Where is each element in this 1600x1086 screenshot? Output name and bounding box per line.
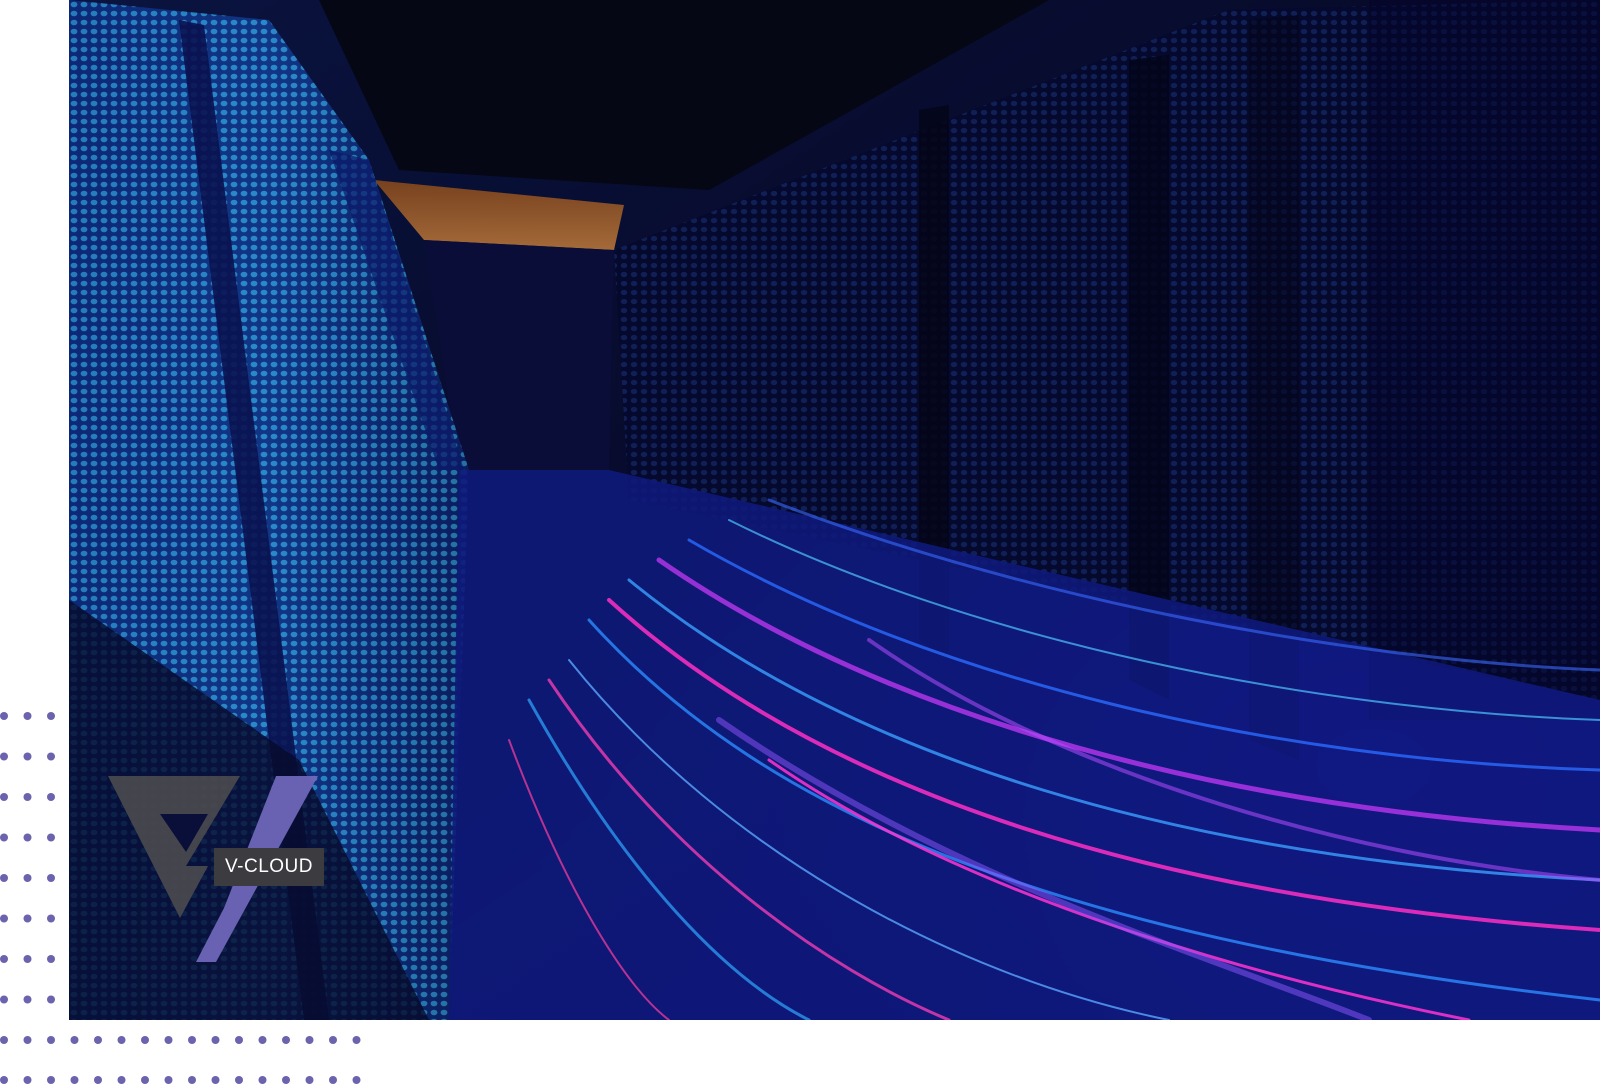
dot bbox=[23, 752, 32, 761]
dot bbox=[305, 1036, 314, 1044]
dot bbox=[0, 955, 8, 963]
dot bbox=[23, 955, 32, 963]
dot bbox=[117, 1036, 126, 1044]
dot bbox=[70, 1076, 79, 1084]
dot bbox=[23, 1076, 32, 1084]
dot bbox=[0, 752, 8, 761]
dot bbox=[47, 1076, 55, 1084]
dot bbox=[0, 1076, 8, 1084]
dot bbox=[23, 833, 32, 842]
dot bbox=[47, 874, 55, 882]
dot bbox=[164, 1076, 173, 1084]
dot bbox=[0, 712, 8, 720]
dot bbox=[235, 1036, 243, 1044]
dot bbox=[47, 995, 55, 1004]
dot bbox=[0, 914, 8, 923]
dot bbox=[23, 874, 32, 882]
dot bbox=[329, 1036, 337, 1044]
dot bbox=[282, 1076, 290, 1084]
dot bbox=[352, 1036, 361, 1044]
dot bbox=[23, 793, 32, 801]
dot bbox=[117, 1076, 126, 1084]
dot bbox=[47, 955, 55, 963]
brand-name-label: V-CLOUD bbox=[214, 848, 324, 886]
dot bbox=[0, 793, 8, 801]
dot bbox=[23, 914, 32, 923]
dot bbox=[282, 1036, 290, 1044]
dot bbox=[211, 1076, 220, 1084]
dot bbox=[47, 914, 55, 923]
dot bbox=[94, 1076, 102, 1084]
dot bbox=[0, 995, 8, 1004]
dot bbox=[211, 1036, 220, 1044]
dot bbox=[47, 712, 55, 720]
dot bbox=[0, 1036, 8, 1044]
dot bbox=[47, 1036, 55, 1044]
dot bbox=[23, 712, 32, 720]
dot bbox=[188, 1076, 196, 1084]
dot bbox=[47, 752, 55, 761]
dot bbox=[352, 1076, 361, 1084]
dot bbox=[0, 874, 8, 882]
dot bbox=[0, 833, 8, 842]
dot bbox=[70, 1036, 79, 1044]
dot bbox=[47, 793, 55, 801]
dot bbox=[164, 1036, 173, 1044]
dot bbox=[23, 995, 32, 1004]
dot bbox=[141, 1076, 149, 1084]
dot bbox=[47, 833, 55, 842]
dot bbox=[305, 1076, 314, 1084]
dot bbox=[141, 1036, 149, 1044]
dot bbox=[23, 1036, 32, 1044]
dot bbox=[329, 1076, 337, 1084]
dot bbox=[258, 1036, 267, 1044]
dot bbox=[258, 1076, 267, 1084]
dot bbox=[94, 1036, 102, 1044]
dot bbox=[235, 1076, 243, 1084]
dot bbox=[188, 1036, 196, 1044]
v-cloud-logo: V-CLOUD bbox=[108, 776, 326, 966]
